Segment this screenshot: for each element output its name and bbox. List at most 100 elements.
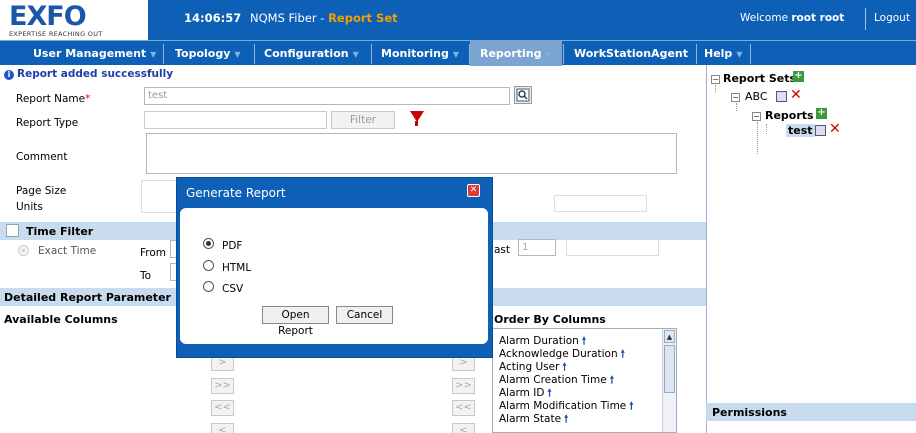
menu-user-management[interactable]: User Management ▼ <box>33 47 156 60</box>
time-filter-checkbox[interactable] <box>6 224 19 237</box>
comment-label: Comment <box>16 151 68 163</box>
order-by-listbox[interactable]: Alarm Duration 🠕 Acknowledge Duration 🠕 Ac… <box>492 328 677 433</box>
pdf-radio[interactable] <box>203 238 214 249</box>
sort-up-icon[interactable]: 🠕 <box>564 414 568 425</box>
list-item[interactable]: Acknowledge Duration 🠕 <box>493 348 676 361</box>
tree-line <box>757 122 758 154</box>
to-label: To <box>140 270 152 282</box>
order-by-items: Alarm Duration 🠕 Acknowledge Duration 🠕 Ac… <box>493 329 676 426</box>
comment-textarea[interactable] <box>146 133 677 174</box>
menu-label: Topology <box>175 47 231 60</box>
tree-node-reports[interactable]: Reports <box>765 109 814 122</box>
list-item-label: Acknowledge Duration <box>499 348 618 360</box>
scroll-up-icon[interactable]: ▲ <box>664 330 675 343</box>
html-radio[interactable] <box>203 260 214 271</box>
add-icon[interactable]: + <box>793 71 804 82</box>
page-name: Report Set <box>328 11 398 25</box>
list-item-label: Alarm ID <box>499 387 545 399</box>
menu-help[interactable]: Help ▼ <box>704 47 742 60</box>
chevron-down-icon: ▼ <box>150 50 157 59</box>
menu-separator <box>469 44 470 64</box>
report-name-label: Report Name* <box>16 93 90 105</box>
list-item[interactable]: Acting User 🠕 <box>493 361 676 374</box>
order-by-columns-title: Order By Columns <box>494 313 606 326</box>
copy-icon[interactable] <box>776 91 787 102</box>
menu-monitoring[interactable]: Monitoring ▼ <box>381 47 459 60</box>
title-separator: - <box>316 11 329 25</box>
collapse-icon[interactable]: − <box>752 112 761 121</box>
dialog-title: Generate Report <box>186 186 286 200</box>
add-icon[interactable]: + <box>816 108 827 119</box>
listbox-scrollbar[interactable]: ▲ <box>662 329 676 432</box>
menu-reporting[interactable]: Reporting ▼ <box>480 47 552 60</box>
menu-separator <box>254 44 255 64</box>
csv-label: CSV <box>222 283 244 295</box>
tree-node-abc[interactable]: ABC <box>745 90 768 103</box>
tree-node-test[interactable]: test <box>786 124 815 137</box>
menu-label: User Management <box>33 47 147 60</box>
tree-root-report-sets[interactable]: Report Sets <box>723 72 796 85</box>
user-name: root root <box>791 12 845 24</box>
menu-label: Reporting <box>480 47 542 60</box>
sort-up-icon[interactable]: 🠕 <box>582 336 586 347</box>
menu-separator <box>696 44 697 64</box>
menu-topology[interactable]: Topology ▼ <box>175 47 241 60</box>
filter-button[interactable]: Filter <box>331 111 395 129</box>
list-item[interactable]: Alarm ID 🠕 <box>493 387 676 400</box>
exact-time-radio[interactable] <box>18 245 29 256</box>
collapse-icon[interactable]: − <box>711 75 720 84</box>
pdf-label: PDF <box>222 240 243 252</box>
copy-icon[interactable] <box>815 125 826 136</box>
cancel-button[interactable]: Cancel <box>336 306 393 324</box>
list-item[interactable]: Alarm Modification Time 🠕 <box>493 400 676 413</box>
delete-icon[interactable]: ✕ <box>790 88 802 102</box>
list-item[interactable]: Alarm Creation Time 🠕 <box>493 374 676 387</box>
header-divider <box>865 8 866 30</box>
collapse-icon[interactable]: − <box>731 93 740 102</box>
last-label: ast <box>494 244 511 256</box>
logout-link[interactable]: Logout <box>874 12 910 24</box>
exact-time-label: Exact Time <box>38 245 97 257</box>
close-icon[interactable]: ✕ <box>467 184 480 197</box>
tree-line <box>736 103 737 111</box>
open-report-button[interactable]: Open Report <box>262 306 329 337</box>
scrollbar-thumb[interactable] <box>664 345 675 393</box>
sort-up-icon[interactable]: 🠕 <box>562 362 566 373</box>
units-label: Units <box>16 201 43 213</box>
info-icon: i <box>4 70 14 80</box>
list-item[interactable]: Alarm State 🠕 <box>493 413 676 426</box>
sort-up-icon[interactable]: 🠕 <box>547 388 551 399</box>
report-type-input[interactable] <box>144 111 327 129</box>
last-unit-select[interactable] <box>566 239 659 256</box>
menu-label: Help <box>704 47 733 60</box>
units-select[interactable] <box>554 195 647 212</box>
csv-radio[interactable] <box>203 281 214 292</box>
menu-separator <box>371 44 372 64</box>
last-value-input[interactable]: 1 <box>518 239 556 256</box>
sort-up-icon[interactable]: 🠕 <box>621 349 625 360</box>
tree-line <box>766 124 767 134</box>
chevron-down-icon: ▼ <box>352 50 359 59</box>
menu-label: Configuration <box>264 47 349 60</box>
menu-configuration[interactable]: Configuration ▼ <box>264 47 359 60</box>
move-left-button[interactable]: < <box>211 423 234 433</box>
move-all-right-button[interactable]: >> <box>211 378 234 394</box>
report-name-input[interactable]: test <box>144 87 510 105</box>
report-lookup-button[interactable] <box>514 86 532 104</box>
order-move-left-button[interactable]: < <box>452 423 475 433</box>
order-move-all-right-button[interactable]: >> <box>452 378 475 394</box>
sort-up-icon[interactable]: 🠕 <box>610 375 614 386</box>
page-size-select[interactable] <box>141 180 177 213</box>
move-all-left-button[interactable]: << <box>211 400 234 416</box>
menu-workstation-agent[interactable]: WorkStationAgent <box>574 47 688 60</box>
list-item-label: Alarm Duration <box>499 335 579 347</box>
order-move-all-left-button[interactable]: << <box>452 400 475 416</box>
sort-up-icon[interactable]: 🠕 <box>629 401 633 412</box>
menu-label: WorkStationAgent <box>574 47 688 60</box>
menu-separator <box>750 44 751 64</box>
app-name: NQMS Fiber <box>250 11 317 25</box>
html-label: HTML <box>222 262 252 274</box>
delete-icon[interactable]: ✕ <box>829 122 841 136</box>
list-item[interactable]: Alarm Duration 🠕 <box>493 335 676 348</box>
dialog-body <box>180 208 488 344</box>
